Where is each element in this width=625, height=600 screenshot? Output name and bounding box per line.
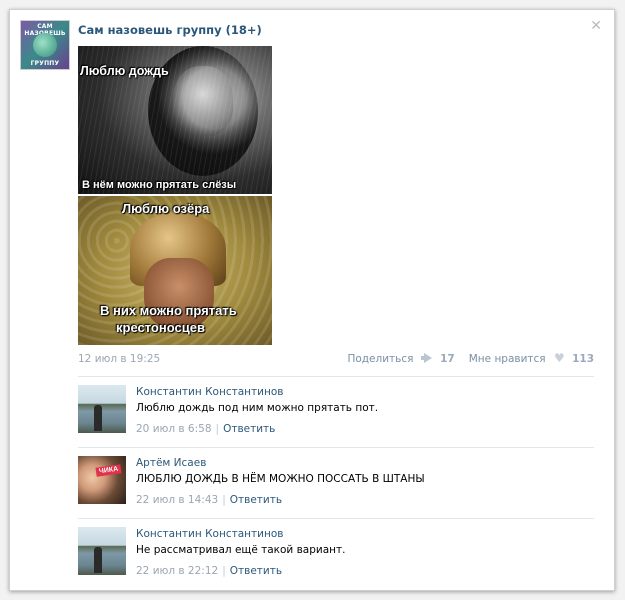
share-button[interactable]: Поделиться 17 [347, 352, 455, 365]
comment-time[interactable]: 20 июл в 6:58 [136, 423, 212, 435]
comment-meta: 22 июл в 22:12 | Ответить [136, 565, 282, 577]
reply-link[interactable]: Ответить [230, 565, 282, 577]
image2-top-caption: Люблю озёра [122, 201, 210, 216]
separator: | [215, 423, 220, 435]
like-button[interactable]: Мне нравится ♥ 113 [469, 352, 594, 365]
comment-author-link[interactable]: Артём Исаев [136, 457, 206, 469]
comment-time[interactable]: 22 июл в 22:12 [136, 565, 218, 577]
megaphone-icon [420, 352, 433, 363]
group-avatar[interactable]: САМ НАЗОВЕШЬ ГРУППУ [20, 20, 70, 70]
divider [78, 447, 594, 448]
image2-bottom-caption-line2: крестоносцев [116, 320, 205, 335]
post-actions: Поделиться 17 Мне нравится ♥ 113 [347, 352, 594, 365]
share-count: 17 [440, 352, 455, 365]
comment-item: Константин Константинов Не рассматривал … [78, 527, 594, 587]
heart-icon: ♥ [553, 351, 565, 365]
image1-bottom-caption: В нём можно прятать слёзы [82, 179, 237, 191]
group-name-link[interactable]: Сам назовешь группу (18+) [78, 23, 262, 37]
comment-text: Не рассматривал ещё такой вариант. [136, 544, 346, 556]
avatar-figure [94, 405, 102, 431]
like-label: Мне нравится [468, 353, 546, 365]
share-label: Поделиться [347, 352, 414, 365]
comment-time[interactable]: 22 июл в 14:43 [136, 494, 218, 506]
reply-link[interactable]: Ответить [230, 494, 282, 506]
avatar[interactable] [78, 527, 126, 575]
avatar-badge: ЧИКА [95, 464, 122, 477]
reply-link[interactable]: Ответить [223, 423, 275, 435]
group-logo-text-bottom: ГРУППУ [30, 60, 60, 67]
like-count: 113 [572, 353, 594, 365]
post-image-crusader[interactable]: Люблю озёра В них можно прятать крестоно… [78, 196, 272, 345]
comment-meta: 20 июл в 6:58 | Ответить [136, 423, 275, 435]
comment-item: Константин Константинов Люблю дождь под … [78, 385, 594, 445]
divider [78, 518, 594, 519]
post-image-rain[interactable]: Люблю дождь В нём можно прятать слёзы [78, 46, 272, 194]
avatar[interactable]: ЧИКА [78, 456, 126, 504]
comment-author-link[interactable]: Константин Константинов [136, 386, 283, 398]
comment-author-link[interactable]: Константин Константинов [136, 528, 283, 540]
separator: | [222, 565, 226, 577]
image1-top-caption: Люблю дождь [80, 64, 169, 78]
divider [78, 376, 594, 377]
post-date[interactable]: 12 июл в 19:25 [78, 353, 160, 365]
group-logo-figure [33, 33, 57, 57]
comment-meta: 22 июл в 14:43 | Ответить [136, 494, 282, 506]
comment-text: Люблю дождь под ним можно прятать пот. [136, 402, 379, 414]
post-card: САМ НАЗОВЕШЬ ГРУППУ Сам назовешь группу … [9, 9, 615, 591]
comment-text: ЛЮБЛЮ ДОЖДЬ В НЁМ МОЖНО ПОССАТЬ В ШТАНЫ [136, 473, 425, 485]
comment-item: ЧИКА Артём Исаев ЛЮБЛЮ ДОЖДЬ В НЁМ МОЖНО… [78, 456, 594, 516]
avatar[interactable] [78, 385, 126, 433]
close-icon[interactable]: ✕ [590, 18, 602, 34]
separator: | [222, 494, 226, 506]
avatar-figure [94, 547, 102, 573]
image2-bottom-caption-line1: В них можно прятать [100, 303, 237, 318]
